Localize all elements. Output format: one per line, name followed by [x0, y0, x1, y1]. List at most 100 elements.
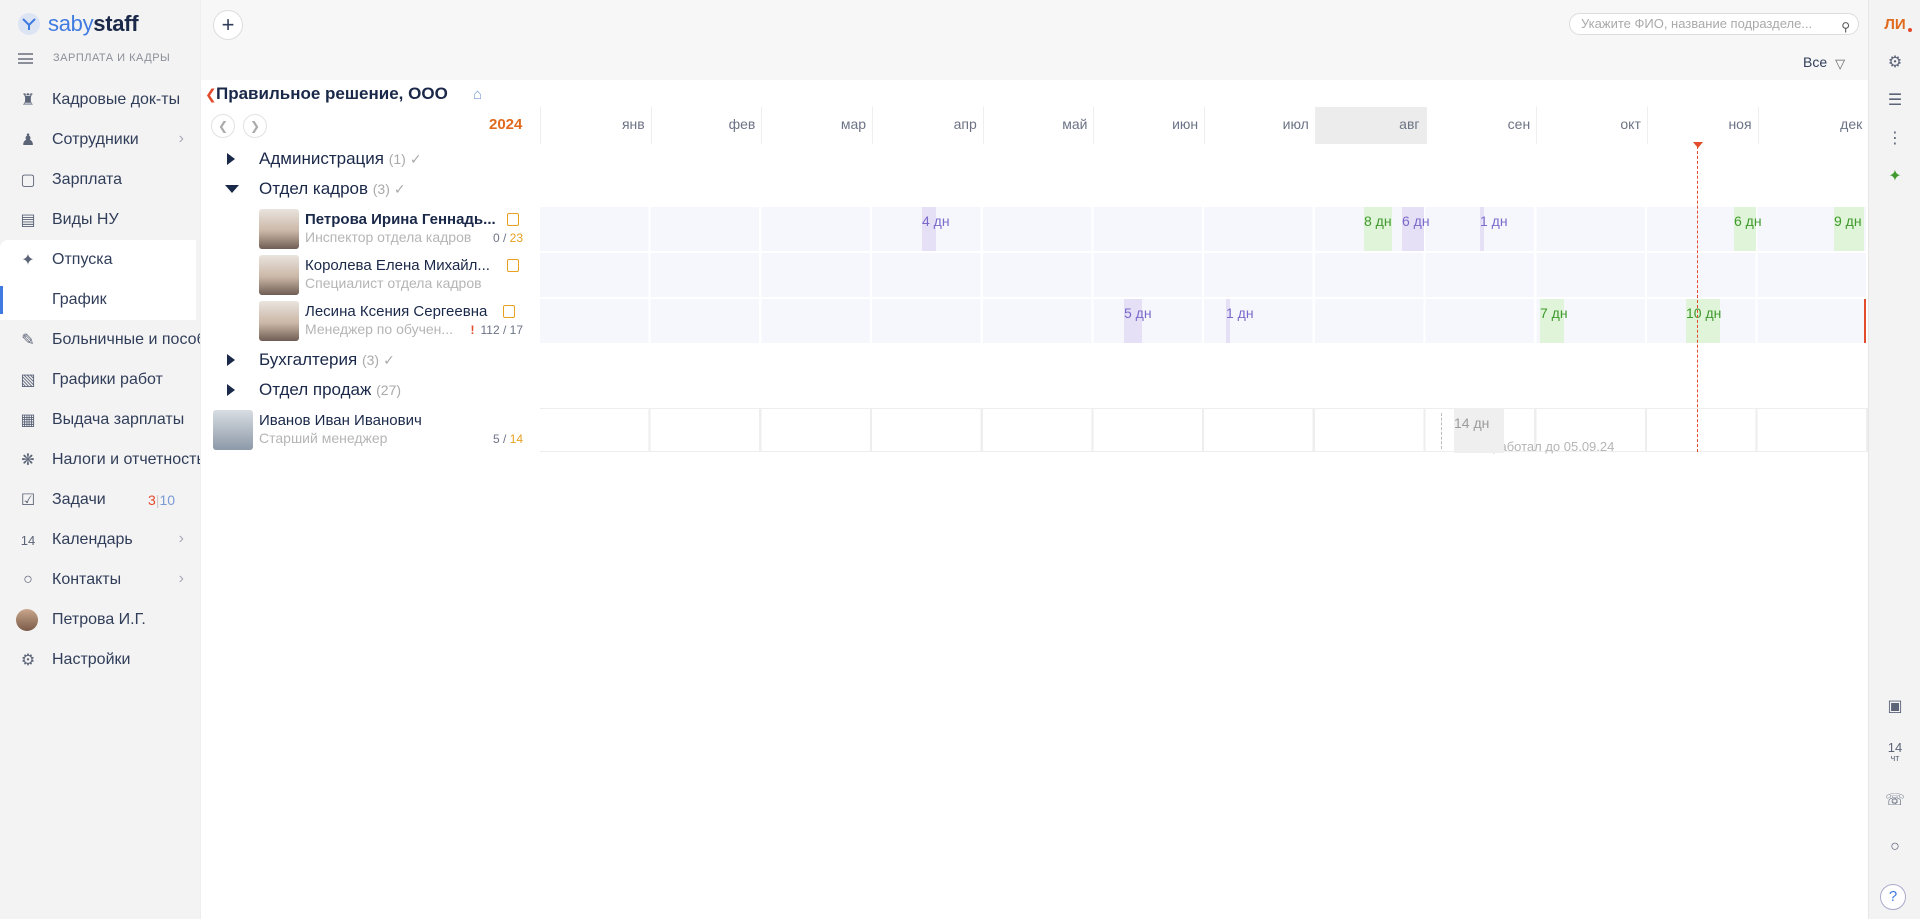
search-icon[interactable]: ⚲	[1841, 17, 1850, 34]
sidebar-item-hr-docs[interactable]: ♜ Кадровые док-ты	[0, 80, 200, 120]
notification-dot	[1908, 28, 1912, 32]
gear-icon: ⚙	[20, 652, 36, 669]
timeline-row[interactable]	[540, 253, 1869, 297]
list-icon[interactable]: ☰	[1869, 90, 1920, 110]
search-input[interactable]: Укажите ФИО, название подразделе... ⚲	[1569, 13, 1859, 35]
back-arrow-icon[interactable]: ❮	[205, 86, 217, 103]
document-icon[interactable]	[503, 305, 515, 318]
chat-icon[interactable]: ○	[1869, 838, 1920, 856]
month-header-cell[interactable]: апр	[872, 107, 983, 144]
employee-row[interactable]: Петрова Ирина Геннадь... Инспектор отдел…	[201, 207, 1869, 251]
filter-icon: ▽	[1835, 56, 1846, 71]
group-name: Отдел продаж (27)	[259, 380, 402, 399]
vacation-bar[interactable]: 6 дн	[1734, 207, 1762, 251]
phone-icon[interactable]: ☏	[1869, 790, 1920, 810]
document-icon[interactable]	[507, 259, 519, 272]
sidebar-item-sick-leave[interactable]: ✎ Больничные и пособия	[0, 320, 200, 360]
month-header-cell[interactable]: июл	[1204, 107, 1315, 144]
today-marker-icon	[1693, 142, 1703, 148]
sidebar-item-nu-types[interactable]: ▤ Виды НУ	[0, 200, 200, 240]
timeline-row[interactable]: 5 дн 1 дн 7 дн 10 дн	[540, 299, 1869, 343]
people-icon: ♟	[20, 132, 36, 149]
chart-icon: ▧	[20, 372, 36, 389]
home-icon[interactable]: ⌂	[473, 86, 482, 103]
sidebar-item-work-schedules[interactable]: ▧ Графики работ	[0, 360, 200, 400]
month-header-cell[interactable]: мар	[761, 107, 872, 144]
sidebar-item-contacts[interactable]: ○ Контакты ›	[0, 560, 200, 600]
prev-period-button[interactable]: ❮	[211, 114, 235, 138]
sidebar: sabystaff ЗАРПЛАТА И КАДРЫ ♜ Кадровые до…	[0, 0, 200, 919]
palm-icon[interactable]: ✦	[1869, 166, 1920, 186]
month-header-cell[interactable]: июн	[1093, 107, 1204, 144]
month-header-cell[interactable]: сен	[1425, 107, 1537, 144]
sidebar-item-label: Отпуска	[52, 251, 113, 268]
vacation-bar[interactable]: 14 дн	[1454, 409, 1504, 453]
employee-row[interactable]: Иванов Иван Иванович Старший менеджер 5 …	[201, 408, 1869, 454]
right-rail: ЛИ ⚙ ☰ ⋮ ✦ ▣ 14 чт ☏ ○	[1868, 0, 1920, 919]
month-header-cell[interactable]: авг	[1314, 107, 1426, 144]
expand-icon[interactable]	[227, 384, 235, 396]
year-label[interactable]: 2024	[489, 116, 522, 133]
month-header-cell[interactable]: фев	[650, 107, 762, 144]
month-header-cell[interactable]: янв	[540, 107, 651, 144]
sidebar-item-payouts[interactable]: ▦ Выдача зарплаты	[0, 400, 200, 440]
sidebar-item-salary[interactable]: ▢ Зарплата	[0, 160, 200, 200]
vacation-bar[interactable]: 10 дн	[1686, 299, 1721, 343]
expand-icon[interactable]	[227, 354, 235, 366]
more-icon[interactable]: ⋮	[1869, 128, 1920, 148]
check-icon: ✓	[383, 352, 395, 368]
logo-text: sabystaff	[48, 11, 139, 36]
group-name: Администрация (1) ✓	[259, 149, 422, 168]
add-button[interactable]: +	[213, 10, 243, 40]
vacation-bar[interactable]: 7 дн	[1540, 299, 1568, 343]
sidebar-item-vacations[interactable]: ✦ Отпуска	[0, 240, 196, 280]
note-icon[interactable]: ▣	[1869, 696, 1920, 716]
menu-icon[interactable]	[18, 52, 33, 64]
sidebar-item-employees[interactable]: ♟ Сотрудники ›	[0, 120, 200, 160]
month-header-cell[interactable]: май	[982, 107, 1094, 144]
logo[interactable]: sabystaff	[18, 10, 139, 38]
employee-position: Старший менеджер	[259, 430, 388, 446]
avatar	[259, 209, 299, 249]
gear-icon[interactable]: ⚙	[1869, 52, 1920, 72]
chat-icon: ○	[23, 571, 33, 588]
vacation-bar[interactable]: 1 дн	[1226, 299, 1254, 343]
employee-row[interactable]: Лесина Ксения Сергеевна Менеджер по обуч…	[201, 299, 1869, 343]
person-doc-icon: ♜	[20, 92, 36, 109]
month-header-cell[interactable]: дек	[1757, 107, 1869, 144]
document-icon[interactable]	[507, 213, 519, 226]
calendar-widget[interactable]: 14 чт	[1869, 741, 1920, 764]
sidebar-nav: ♜ Кадровые док-ты ♟ Сотрудники › ▢ Зарпл…	[0, 80, 200, 680]
hire-date-marker	[1441, 413, 1442, 449]
sidebar-item-label: Кадровые док-ты	[52, 91, 181, 108]
topbar: + Укажите ФИО, название подразделе... ⚲ …	[201, 0, 1869, 80]
vacation-bar[interactable]: 9 дн	[1834, 207, 1864, 251]
filter-button[interactable]: Все ▽	[1803, 54, 1849, 71]
vacation-bar[interactable]: 5 дн	[1124, 299, 1152, 343]
employee-row[interactable]: Королева Елена Михайл... Специалист отде…	[201, 253, 1869, 297]
sidebar-item-profile[interactable]: Петрова И.Г.	[0, 600, 200, 640]
avatar	[259, 301, 299, 341]
chevron-right-icon: ›	[178, 570, 184, 587]
user-initials[interactable]: ЛИ	[1869, 16, 1920, 33]
vacation-bar[interactable]: 1 дн	[1480, 207, 1508, 251]
timeline-row[interactable]: Не работал до 05.09.24 14 дн	[540, 408, 1869, 454]
sidebar-item-calendar[interactable]: 14 Календарь ›	[0, 520, 200, 560]
calendar-icon: 14	[20, 532, 36, 548]
sidebar-item-label: Календарь	[52, 531, 133, 548]
help-button[interactable]: ?	[1880, 884, 1906, 910]
sidebar-item-settings[interactable]: ⚙ Настройки	[0, 640, 200, 680]
vacation-bar[interactable]: 8 дн	[1364, 207, 1392, 251]
month-header-cell[interactable]: окт	[1536, 107, 1647, 144]
expand-icon[interactable]	[227, 153, 235, 165]
next-period-button[interactable]: ❯	[243, 114, 267, 138]
vacation-bar[interactable]: 4 дн	[922, 207, 950, 251]
month-header-cell[interactable]: ноя	[1646, 107, 1758, 144]
sidebar-item-tasks[interactable]: ☑ Задачи 3|10	[0, 480, 200, 520]
collapse-icon[interactable]	[225, 185, 239, 193]
timeline-row[interactable]: 4 дн 8 дн 6 дн 1 дн 6 дн 9 дн	[540, 207, 1869, 251]
sidebar-item-taxes[interactable]: ❋ Налоги и отчетность	[0, 440, 200, 480]
employee-name: Лесина Ксения Сергеевна	[305, 303, 488, 320]
vacation-bar[interactable]: 6 дн	[1402, 207, 1430, 251]
sidebar-subitem-schedule[interactable]: График	[0, 280, 196, 320]
